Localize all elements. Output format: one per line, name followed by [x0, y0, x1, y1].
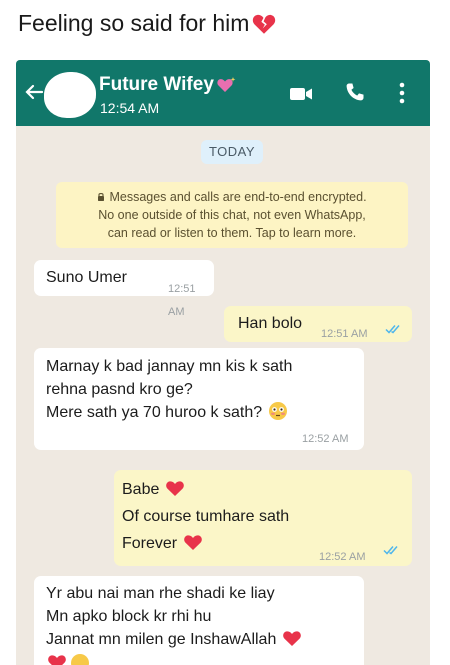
message-text: Of course tumhare sath: [122, 508, 290, 525]
message-text: Mn apko block kr rhi hu: [46, 608, 212, 625]
message-text: Marnay k bad jannay mn kis k sath: [46, 358, 293, 375]
message-text: Forever: [122, 535, 178, 552]
caption-text: Feeling so said for him: [18, 10, 250, 36]
message-text: Mere sath ya 70 huroo k sath?: [46, 404, 263, 421]
encryption-line-1: Messages and calls are end-to-end encryp…: [109, 190, 367, 204]
message-text: Jannat mn milen ge InshawAllah: [46, 631, 277, 648]
emoji-row: [46, 653, 352, 665]
read-receipt-icon: [385, 325, 400, 334]
message-incoming[interactable]: Suno Umer 12:51 AM: [34, 260, 214, 318]
flushed-face-icon: [268, 402, 287, 420]
message-time: 12:51 AM: [321, 328, 368, 340]
read-receipt-icon: [383, 546, 398, 555]
message-time: 12:52 AM: [302, 433, 349, 445]
message-text: Babe: [122, 481, 160, 498]
message-outgoing[interactable]: Han bolo 12:51 AM: [224, 306, 412, 342]
message-outgoing[interactable]: Babe Of course tumhare sath Forever 12:5…: [114, 470, 412, 566]
kebab-menu-icon[interactable]: [398, 82, 406, 104]
chat-header: Future Wifey 12:54 AM: [16, 60, 430, 126]
broken-heart-icon: [253, 14, 276, 34]
message-text: Han bolo: [238, 315, 303, 332]
video-call-icon[interactable]: [289, 86, 313, 102]
contact-name-text: Future Wifey: [99, 74, 214, 95]
message-text: Yr abu nai man rhe shadi ke liay: [46, 585, 275, 602]
encryption-line-3: can read or listen to them. Tap to learn…: [107, 226, 357, 240]
chat-screenshot: Future Wifey 12:54 AM TODAY Messages and: [16, 60, 430, 665]
encryption-line-2: No one outside of this chat, not even Wh…: [98, 208, 366, 222]
lock-icon: [98, 193, 105, 201]
message-text: rehna pasnd kro ge?: [46, 381, 193, 398]
message-incoming[interactable]: Yr abu nai man rhe shadi ke liay Mn apko…: [34, 576, 364, 665]
back-arrow-icon[interactable]: [24, 82, 44, 102]
smiling-face-icon: [71, 654, 89, 665]
message-incoming[interactable]: Marnay k bad jannay mn kis k sath rehna …: [34, 348, 364, 450]
red-heart-icon: [48, 655, 66, 665]
contact-name[interactable]: Future Wifey: [99, 74, 236, 96]
message-time: 12:52 AM: [319, 551, 366, 563]
message-time: 12:51 AM: [168, 283, 196, 318]
last-seen-time: 12:54 AM: [100, 100, 160, 116]
red-heart-icon: [183, 535, 202, 550]
date-divider: TODAY: [201, 140, 263, 164]
post-caption: Feeling so said for him: [18, 10, 277, 37]
encryption-notice[interactable]: Messages and calls are end-to-end encryp…: [56, 182, 408, 248]
sparkling-heart-icon: [217, 77, 236, 92]
red-heart-icon: [166, 481, 184, 496]
phone-icon[interactable]: [345, 82, 365, 102]
avatar[interactable]: [44, 72, 96, 118]
red-heart-icon: [282, 631, 301, 646]
